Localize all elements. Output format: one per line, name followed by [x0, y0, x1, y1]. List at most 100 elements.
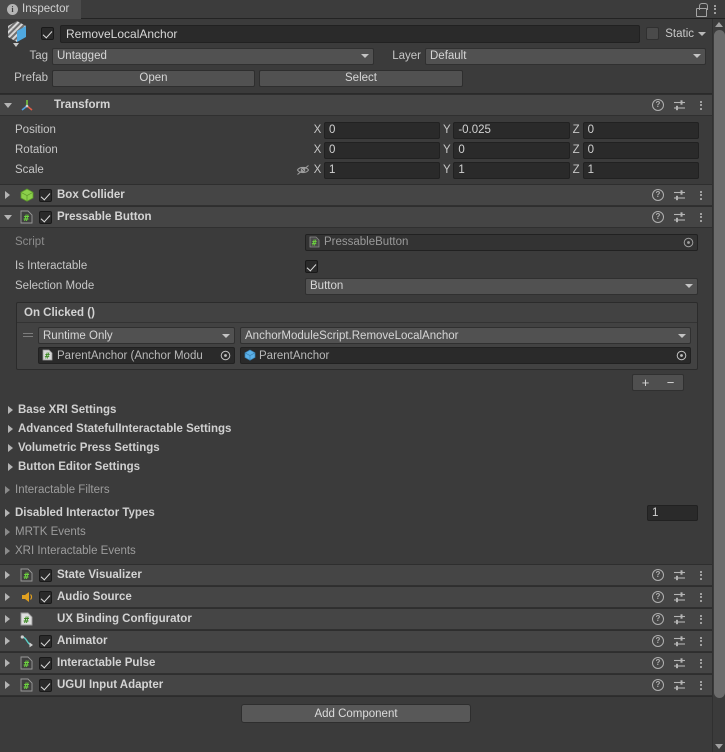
box-collider-enabled-checkbox[interactable]: [39, 188, 52, 202]
foldout-arrow-icon[interactable]: [3, 658, 14, 669]
foldout-arrow-icon[interactable]: [3, 100, 14, 111]
component-header-interactable-pulse[interactable]: # Interactable Pulse ?: [0, 652, 712, 674]
layer-dropdown[interactable]: Default: [425, 47, 706, 65]
kebab-menu-icon[interactable]: [695, 614, 707, 624]
interactable-pulse-enabled-checkbox[interactable]: [39, 656, 52, 670]
gameobject-name-input[interactable]: RemoveLocalAnchor: [60, 24, 641, 43]
selection-mode-dropdown[interactable]: Button: [305, 277, 698, 295]
help-icon[interactable]: ?: [652, 657, 664, 669]
help-icon[interactable]: ?: [652, 189, 664, 201]
kebab-menu-icon[interactable]: [695, 680, 707, 690]
add-listener-button[interactable]: +: [634, 375, 658, 390]
is-interactable-checkbox[interactable]: [305, 259, 318, 273]
ugui-input-adapter-enabled-checkbox[interactable]: [39, 678, 52, 692]
component-header-state-visualizer[interactable]: # State Visualizer ?: [0, 564, 712, 586]
component-header-pressable-button[interactable]: # Pressable Button ?: [0, 206, 712, 228]
help-icon[interactable]: ?: [652, 569, 664, 581]
scroll-down-arrow-icon[interactable]: [715, 744, 723, 749]
scale-z-input[interactable]: 1: [582, 161, 699, 179]
rotation-z-input[interactable]: 0: [582, 141, 699, 159]
remove-listener-button[interactable]: −: [659, 375, 683, 390]
kebab-menu-icon[interactable]: [695, 658, 707, 668]
foldout-arrow-icon[interactable]: [3, 680, 14, 691]
rotation-y-input[interactable]: 0: [453, 141, 570, 159]
preset-settings-icon[interactable]: [673, 613, 686, 626]
kebab-menu-icon[interactable]: [695, 212, 707, 222]
disabled-interactor-types-count[interactable]: 1: [647, 504, 698, 521]
preset-settings-icon[interactable]: [673, 657, 686, 670]
foldout-arrow-icon[interactable]: [3, 614, 14, 625]
component-header-ux-binding-configurator[interactable]: # UX Binding Configurator ?: [0, 608, 712, 630]
help-icon[interactable]: ?: [652, 635, 664, 647]
call-mode-dropdown[interactable]: Runtime Only: [38, 327, 235, 344]
scrollbar-track[interactable]: [713, 30, 725, 741]
object-picker-icon[interactable]: [674, 350, 688, 361]
scrollbar-thumb[interactable]: [713, 30, 725, 699]
scale-x-input[interactable]: 1: [324, 161, 441, 179]
method-dropdown[interactable]: AnchorModuleScript.RemoveLocalAnchor: [240, 327, 691, 344]
preset-settings-icon[interactable]: [673, 569, 686, 582]
kebab-menu-icon[interactable]: [695, 100, 707, 110]
help-icon[interactable]: ?: [652, 211, 664, 223]
object-picker-icon[interactable]: [681, 237, 695, 248]
component-header-ugui-input-adapter[interactable]: # UGUI Input Adapter ?: [0, 674, 712, 696]
foldout-arrow-icon[interactable]: [3, 212, 14, 223]
kebab-menu-icon[interactable]: [695, 570, 707, 580]
component-header-animator[interactable]: Animator ?: [0, 630, 712, 652]
foldout-volumetric-press-settings[interactable]: Volumetric Press Settings: [0, 438, 712, 457]
audio-source-enabled-checkbox[interactable]: [39, 590, 52, 604]
preset-settings-icon[interactable]: [673, 211, 686, 224]
foldout-xri-interactable-events[interactable]: XRI Interactable Events: [0, 541, 712, 560]
state-visualizer-enabled-checkbox[interactable]: [39, 568, 52, 582]
preset-settings-icon[interactable]: [673, 189, 686, 202]
foldout-base-xri-settings[interactable]: Base XRI Settings: [0, 400, 712, 419]
static-checkbox[interactable]: [646, 27, 660, 40]
argument-object-field[interactable]: ParentAnchor: [240, 347, 691, 364]
foldout-arrow-icon[interactable]: [3, 636, 14, 647]
help-icon[interactable]: ?: [652, 679, 664, 691]
animator-enabled-checkbox[interactable]: [39, 634, 52, 648]
tag-dropdown[interactable]: Untagged: [52, 47, 374, 65]
foldout-button-editor-settings[interactable]: Button Editor Settings: [0, 457, 712, 476]
preset-settings-icon[interactable]: [673, 635, 686, 648]
component-header-box-collider[interactable]: Box Collider ?: [0, 184, 712, 206]
help-icon[interactable]: ?: [652, 591, 664, 603]
component-header-transform[interactable]: Transform ?: [0, 94, 712, 116]
scroll-up-arrow-icon[interactable]: [715, 22, 723, 27]
scale-y-input[interactable]: 1: [453, 161, 570, 179]
gameobject-enabled-checkbox[interactable]: [41, 27, 54, 40]
tab-inspector[interactable]: i Inspector: [0, 0, 82, 19]
foldout-disabled-interactor-types[interactable]: Disabled Interactor Types 1: [0, 503, 712, 522]
foldout-mrtk-events[interactable]: MRTK Events: [0, 522, 712, 541]
component-header-audio-source[interactable]: Audio Source ?: [0, 586, 712, 608]
kebab-menu-icon[interactable]: [695, 636, 707, 646]
foldout-interactable-filters[interactable]: Interactable Filters: [0, 480, 712, 499]
kebab-menu-icon[interactable]: [695, 190, 707, 200]
position-x-input[interactable]: 0: [324, 121, 441, 139]
object-picker-icon[interactable]: [218, 350, 232, 361]
static-chevron-down-icon[interactable]: [698, 31, 706, 36]
vertical-scrollbar[interactable]: [712, 19, 725, 752]
kebab-menu-icon[interactable]: [709, 4, 721, 14]
preset-settings-icon[interactable]: [673, 679, 686, 692]
pressable-button-enabled-checkbox[interactable]: [39, 210, 52, 224]
add-component-button[interactable]: Add Component: [241, 704, 471, 723]
constrain-proportions-off-icon[interactable]: [295, 164, 311, 176]
rotation-x-input[interactable]: 0: [324, 141, 441, 159]
position-z-input[interactable]: 0: [582, 121, 699, 139]
lock-icon[interactable]: [694, 2, 708, 17]
help-icon[interactable]: ?: [652, 613, 664, 625]
prefab-cube-icon[interactable]: [5, 20, 35, 48]
foldout-arrow-icon[interactable]: [3, 592, 14, 603]
kebab-menu-icon[interactable]: [695, 592, 707, 602]
preset-settings-icon[interactable]: [673, 591, 686, 604]
prefab-select-button[interactable]: Select: [259, 69, 463, 87]
foldout-arrow-icon[interactable]: [3, 190, 14, 201]
prefab-open-button[interactable]: Open: [52, 69, 255, 87]
foldout-advanced-statefulinteractable-settings[interactable]: Advanced StatefulInteractable Settings: [0, 419, 712, 438]
script-object-field[interactable]: # PressableButton: [305, 233, 698, 251]
target-object-field[interactable]: # ParentAnchor (Anchor Modu: [38, 347, 235, 364]
preset-settings-icon[interactable]: [673, 99, 686, 112]
position-y-input[interactable]: -0.025: [453, 121, 570, 139]
foldout-arrow-icon[interactable]: [3, 570, 14, 581]
